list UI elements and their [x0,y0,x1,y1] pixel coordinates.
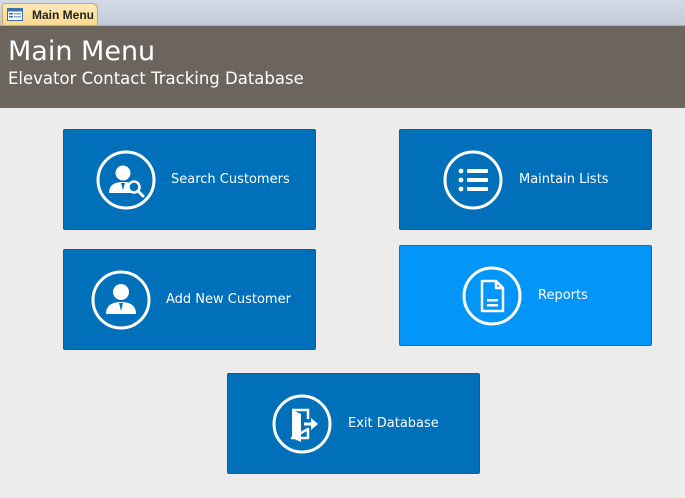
form-icon [7,8,23,21]
search-customers-button[interactable]: Search Customers [63,129,316,230]
document-tab-strip: Main Menu [0,0,685,26]
tab-label: Main Menu [32,7,94,22]
list-icon [443,150,503,210]
user-icon [91,270,151,330]
exit-database-button[interactable]: Exit Database [227,373,480,474]
add-new-customer-label: Add New Customer [166,292,291,307]
page-subtitle: Elevator Contact Tracking Database [8,69,304,88]
reports-button[interactable]: Reports [399,245,652,346]
page-title: Main Menu [8,36,156,67]
maintain-lists-button[interactable]: Maintain Lists [399,129,652,230]
document-icon [462,266,522,326]
reports-label: Reports [538,288,588,303]
maintain-lists-label: Maintain Lists [519,172,609,187]
form-header: Main Menu Elevator Contact Tracking Data… [0,26,685,108]
search-customers-label: Search Customers [171,172,290,187]
add-new-customer-button[interactable]: Add New Customer [63,249,316,350]
user-search-icon [96,150,156,210]
tab-main-menu[interactable]: Main Menu [2,3,98,25]
exit-door-icon [272,394,332,454]
exit-database-label: Exit Database [348,416,439,431]
